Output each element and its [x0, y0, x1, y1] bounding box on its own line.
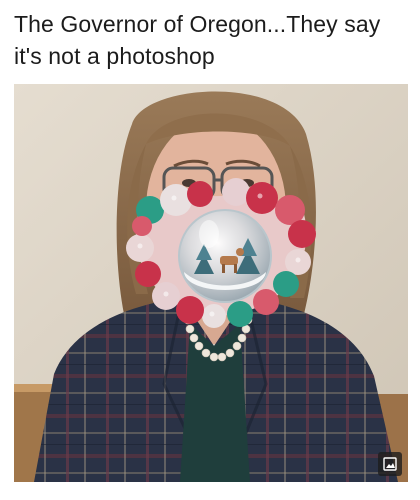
image-icon[interactable]: [378, 452, 402, 476]
photo-illustration: [14, 84, 408, 482]
post-photo[interactable]: [14, 84, 408, 482]
snow-globe: [178, 209, 272, 303]
image-icon-glyph: [383, 457, 397, 471]
post-caption: The Governor of Oregon...They say it's n…: [14, 11, 381, 69]
meme-post: The Governor of Oregon...They say it's n…: [0, 0, 420, 500]
